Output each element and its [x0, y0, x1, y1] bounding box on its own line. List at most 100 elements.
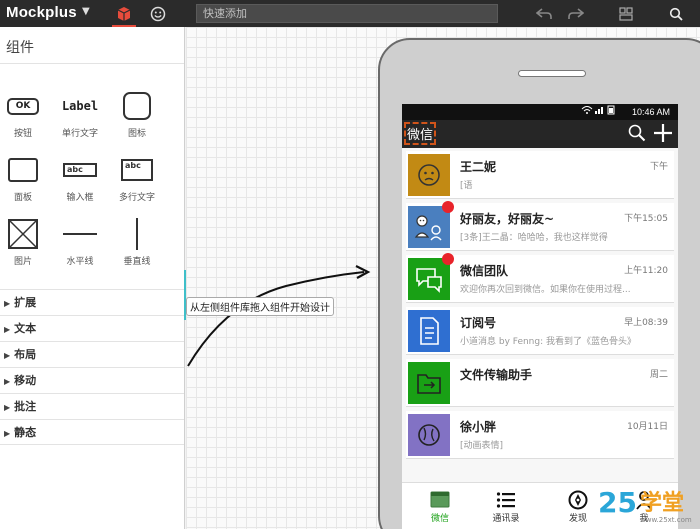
chat-time: 早上08:39: [624, 318, 668, 328]
section-text[interactable]: ▶ 文本: [0, 315, 184, 341]
component-textarea[interactable]: abc 多行文字: [109, 153, 165, 203]
section-layout[interactable]: ▶ 布局: [0, 341, 184, 367]
avatar: [408, 310, 450, 352]
chat-row[interactable]: 微信团队 欢迎你再次回到微信。如果你在使用过程... 上午11:20: [406, 253, 674, 303]
button-widget-icon: OK: [0, 89, 51, 123]
triangle-right-icon: ▶: [4, 429, 11, 438]
wechat-header: 微信: [402, 120, 678, 148]
section-extend[interactable]: ▶ 扩展: [0, 289, 184, 315]
svg-text:www.25xt.com: www.25xt.com: [640, 516, 692, 524]
watermark-logo: 25 学堂 www.25xt.com: [598, 486, 692, 524]
tab-wechat[interactable]: 微信: [412, 489, 468, 524]
unread-badge: [442, 253, 454, 265]
face-icon: [418, 164, 440, 186]
chat-name: 文件传输助手: [460, 368, 533, 382]
chat-row[interactable]: 订阅号 小道消息 by Fenng: 我看到了《蓝色骨头》 早上08:39: [406, 307, 674, 355]
contacts-list-icon: [478, 489, 534, 511]
components-cube-icon[interactable]: [114, 4, 134, 24]
component-image[interactable]: 图片: [0, 217, 51, 267]
triangle-right-icon: ▶: [4, 351, 11, 360]
icon-widget-icon: [109, 89, 165, 123]
redo-icon[interactable]: [566, 4, 586, 24]
search-icon[interactable]: [666, 4, 686, 24]
chat-name: 好丽友，好丽友~: [460, 212, 555, 226]
status-icons: [581, 105, 626, 117]
label-widget-icon: Label: [61, 99, 99, 113]
chat-time: 下午15:05: [624, 214, 668, 224]
triangle-right-icon: ▶: [4, 325, 11, 334]
unread-badge: [442, 201, 454, 213]
plus-icon[interactable]: [652, 122, 674, 147]
component-input[interactable]: abc 输入框: [52, 153, 108, 203]
chevron-down-icon[interactable]: ▼: [82, 6, 90, 17]
component-button[interactable]: OK 按钮: [0, 89, 51, 139]
drag-hint-label: 从左侧组件库拖入组件开始设计: [186, 297, 334, 316]
drag-hint-arrow: [187, 265, 371, 367]
wechat-title[interactable]: 微信: [403, 122, 437, 145]
chat-row[interactable]: 好丽友，好丽友~ [3条]王二晶：哈哈哈，我也这样觉得 下午15:05: [406, 201, 674, 251]
undo-icon[interactable]: [534, 4, 554, 24]
triangle-right-icon: ▶: [4, 299, 11, 308]
avatar: [408, 258, 450, 300]
chat-tab-icon: [412, 489, 468, 511]
vertical-line-icon: [109, 217, 165, 251]
chat-message: 小道消息 by Fenng: 我看到了《蓝色骨头》: [460, 337, 636, 347]
chat-time: 上午11:20: [624, 266, 668, 276]
component-vline[interactable]: 垂直线: [109, 217, 165, 267]
document-icon: [420, 317, 439, 345]
panel-widget-icon: [0, 153, 51, 187]
avatar: [408, 414, 450, 456]
triangle-right-icon: ▶: [4, 403, 11, 412]
phone-speaker: [518, 70, 586, 77]
quick-add-input[interactable]: [196, 4, 498, 23]
chat-message: [动画表情]: [460, 441, 504, 451]
chat-name: 订阅号: [460, 316, 497, 330]
group-icon: [414, 215, 442, 241]
component-panel-widget[interactable]: 面板: [0, 153, 51, 203]
divider: [0, 63, 184, 64]
input-widget-icon: abc: [52, 153, 108, 187]
scribble-face-icon: [418, 424, 440, 446]
section-mobile[interactable]: ▶ 移动: [0, 367, 184, 393]
layout-grid-icon[interactable]: [616, 4, 636, 24]
chat-name: 微信团队: [460, 264, 509, 278]
image-widget-icon: [0, 217, 51, 251]
chat-name: 王二妮: [460, 160, 497, 174]
component-icon[interactable]: 图标: [109, 89, 165, 139]
phone-screen: 10:46 AM 微信 王二妮 [语 下午 好丽友，好丽友~ [3条]王二晶：哈…: [402, 104, 678, 529]
search-icon[interactable]: [628, 124, 646, 145]
chat-time: 周二: [649, 370, 668, 380]
smiley-icon[interactable]: [148, 4, 168, 24]
folder-icon: [417, 374, 441, 394]
triangle-right-icon: ▶: [4, 377, 11, 386]
chat-message: [语: [460, 181, 473, 191]
section-static[interactable]: ▶ 静态: [0, 419, 184, 445]
svg-text:学堂: 学堂: [640, 490, 684, 516]
component-label[interactable]: Label 单行文字: [52, 89, 108, 139]
component-hline[interactable]: 水平线: [52, 217, 108, 267]
chat-time: 10月11日: [627, 422, 668, 432]
chat-name: 徐小胖: [460, 420, 497, 434]
chat-message: [3条]王二晶：哈哈哈，我也这样觉得: [460, 233, 608, 243]
section-annotation[interactable]: ▶ 批注: [0, 393, 184, 419]
top-toolbar: Mockplus ▼: [0, 0, 700, 27]
avatar: [408, 206, 450, 248]
avatar: [408, 154, 450, 196]
chat-row[interactable]: 徐小胖 [动画表情] 10月11日: [406, 411, 674, 459]
section-list: ▶ 扩展 ▶ 文本 ▶ 布局 ▶ 移动 ▶ 批注 ▶ 静态: [0, 289, 184, 445]
chat-bubbles-icon: [416, 268, 442, 293]
status-time: 10:46 AM: [631, 107, 670, 117]
chat-message: 欢迎你再次回到微信。如果你在使用过程...: [460, 285, 631, 295]
svg-text:25: 25: [598, 486, 637, 519]
tab-contacts[interactable]: 通讯录: [478, 489, 534, 524]
chat-row[interactable]: 文件传输助手 周二: [406, 359, 674, 407]
textarea-widget-icon: abc: [109, 153, 165, 187]
chat-time: 下午: [649, 162, 668, 172]
avatar: [408, 362, 450, 404]
horizontal-line-icon: [52, 217, 108, 251]
panel-title: 组件: [6, 40, 34, 56]
app-logo[interactable]: Mockplus: [6, 4, 77, 21]
chat-row[interactable]: 王二妮 [语 下午: [406, 151, 674, 199]
status-bar: 10:46 AM: [402, 104, 678, 120]
component-panel: 组件 OK 按钮 Label 单行文字 图标 面板 abc 输入框 abc 多行: [0, 27, 185, 529]
